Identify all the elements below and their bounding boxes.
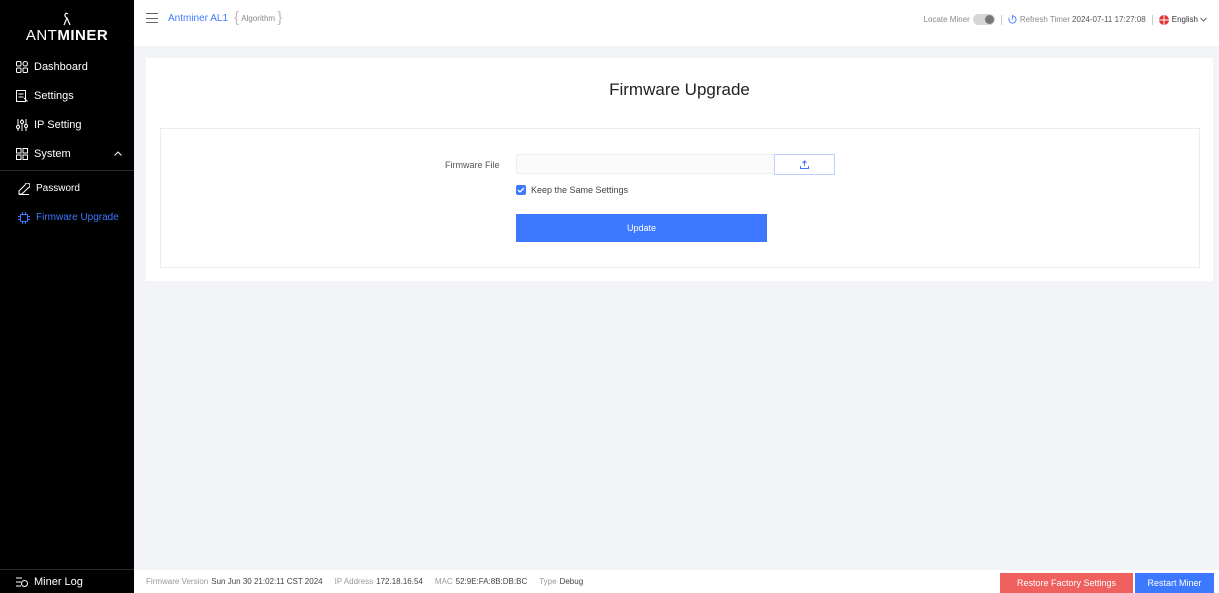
keep-settings-label: Keep the Same Settings bbox=[531, 185, 629, 195]
sidebar-item-system[interactable]: System bbox=[0, 139, 134, 168]
sidebar-item-dashboard[interactable]: Dashboard bbox=[0, 52, 134, 81]
firmware-file-label: Firmware File bbox=[445, 160, 500, 170]
sidebar: ANTMINER Dashboard Settings IP Setting S… bbox=[0, 0, 134, 593]
type-value: Debug bbox=[559, 577, 584, 586]
menu-toggle-icon[interactable] bbox=[146, 13, 158, 23]
refresh-icon[interactable] bbox=[1008, 15, 1017, 24]
miner-model-link[interactable]: Antminer AL1 bbox=[168, 13, 228, 24]
firmware-version-value: Sun Jun 30 21:02:11 CST 2024 bbox=[211, 577, 323, 586]
locate-miner-label: Locate Miner bbox=[923, 15, 970, 24]
upload-button[interactable] bbox=[774, 154, 835, 175]
ant-logo-icon bbox=[63, 12, 71, 26]
mac-value: 52:9E:FA:8B:DB:BC bbox=[455, 577, 528, 586]
sidebar-item-firmware-upgrade[interactable]: Firmware Upgrade bbox=[0, 203, 134, 232]
page-title: Firmware Upgrade bbox=[609, 80, 750, 99]
ip-setting-icon bbox=[16, 118, 28, 131]
firmware-version-label: Firmware Version bbox=[146, 577, 209, 586]
restart-miner-button[interactable]: Restart Miner bbox=[1135, 573, 1214, 593]
sidebar-item-label: Dashboard bbox=[34, 60, 88, 73]
firmware-form: Firmware File Keep the Same Settings Upd… bbox=[160, 128, 1200, 268]
sidebar-divider bbox=[0, 170, 134, 171]
header: Antminer AL1 { Algorithm } Locate Miner … bbox=[134, 0, 1219, 46]
sidebar-item-label: System bbox=[34, 147, 71, 160]
checkbox-checked-icon bbox=[516, 185, 526, 195]
password-icon bbox=[18, 182, 30, 195]
type-label: Type bbox=[539, 577, 557, 586]
miner-log-button[interactable]: Miner Log bbox=[0, 569, 134, 593]
upload-icon bbox=[800, 160, 809, 169]
header-actions: Locate Miner Refresh Timer 2024-07-11 17… bbox=[924, 14, 1207, 25]
sidebar-item-label: Firmware Upgrade bbox=[36, 212, 119, 223]
chip-icon bbox=[18, 211, 30, 224]
algorithm-tag: { Algorithm } bbox=[234, 9, 283, 26]
firmware-file-input[interactable] bbox=[516, 154, 775, 174]
sidebar-item-ip-setting[interactable]: IP Setting bbox=[0, 110, 134, 139]
system-submenu: Password Firmware Upgrade bbox=[0, 174, 134, 232]
system-icon bbox=[16, 147, 28, 160]
sidebar-item-settings[interactable]: Settings bbox=[0, 81, 134, 110]
status-footer: Firmware Version Sun Jun 30 21:02:11 CST… bbox=[134, 570, 1219, 593]
chevron-up-icon bbox=[114, 151, 122, 156]
sidebar-item-label: IP Setting bbox=[34, 118, 82, 131]
settings-icon bbox=[16, 89, 28, 102]
miner-log-icon bbox=[16, 577, 28, 587]
mac-info: MAC 52:9E:FA:8B:DB:BC bbox=[435, 577, 527, 586]
miner-log-label: Miner Log bbox=[34, 575, 83, 588]
algorithm-label: Algorithm bbox=[241, 13, 276, 23]
globe-icon bbox=[1158, 14, 1169, 25]
firmware-upgrade-panel: Firmware Upgrade Firmware File Keep the … bbox=[146, 58, 1213, 281]
language-label: English bbox=[1171, 15, 1198, 24]
sidebar-item-label: Password bbox=[36, 183, 80, 194]
chevron-down-icon bbox=[1200, 17, 1207, 22]
antminer-logo: ANTMINER bbox=[0, 0, 134, 52]
header-divider bbox=[1000, 14, 1002, 25]
dashboard-icon bbox=[16, 60, 28, 73]
sidebar-item-password[interactable]: Password bbox=[0, 174, 134, 203]
update-button[interactable]: Update bbox=[516, 214, 767, 242]
type-info: Type Debug bbox=[539, 577, 583, 586]
ip-address-label: IP Address bbox=[334, 577, 374, 586]
refresh-timer-label: Refresh Timer bbox=[1019, 15, 1071, 24]
language-select[interactable]: English bbox=[1158, 14, 1207, 25]
sidebar-item-label: Settings bbox=[34, 89, 74, 102]
sidebar-nav: Dashboard Settings IP Setting System bbox=[0, 52, 134, 168]
restore-factory-settings-button[interactable]: Restore Factory Settings bbox=[1000, 573, 1133, 593]
logo-text: ANTMINER bbox=[25, 27, 109, 44]
ip-address-value: 172.18.16.54 bbox=[376, 577, 423, 586]
mac-label: MAC bbox=[434, 577, 453, 586]
locate-miner-toggle[interactable] bbox=[972, 14, 995, 25]
refresh-timer-value: 2024-07-11 17:27:08 bbox=[1072, 15, 1146, 24]
firmware-version-info: Firmware Version Sun Jun 30 21:02:11 CST… bbox=[146, 577, 323, 586]
header-divider bbox=[1151, 14, 1153, 25]
keep-settings-checkbox[interactable]: Keep the Same Settings bbox=[516, 185, 628, 195]
ip-address-info: IP Address 172.18.16.54 bbox=[335, 577, 423, 586]
